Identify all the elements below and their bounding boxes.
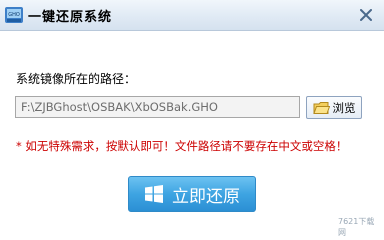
close-button[interactable] <box>356 6 376 24</box>
watermark-text: 7621下载网 <box>338 217 375 237</box>
svg-text:GHO: GHO <box>8 12 20 18</box>
restore-now-button[interactable]: 立即还原 <box>128 176 256 212</box>
restore-now-label: 立即还原 <box>172 186 240 207</box>
watermark-logo: 7621下载网 <box>338 216 382 238</box>
path-label: 系统镜像所在的路径： <box>16 72 137 86</box>
close-icon <box>360 9 372 21</box>
browse-button[interactable]: 浏览 <box>306 96 362 119</box>
window-title: 一键还原系统 <box>28 10 113 25</box>
windows-logo-icon <box>145 185 163 203</box>
onekey-restore-app-icon: GHO <box>5 7 23 23</box>
browse-button-label: 浏览 <box>332 100 356 115</box>
notice-text: * 如无特殊需求，按默认即可！文件路径请不要存在中文或空格！ <box>16 139 348 153</box>
restore-window: GHO 一键还原系统 系统镜像所在的路径： 浏览 * 如无特殊需求，按默认即可！… <box>0 0 384 240</box>
folder-icon <box>312 101 330 114</box>
image-path-input[interactable] <box>15 96 300 118</box>
title-bar: GHO 一键还原系统 <box>0 0 384 31</box>
